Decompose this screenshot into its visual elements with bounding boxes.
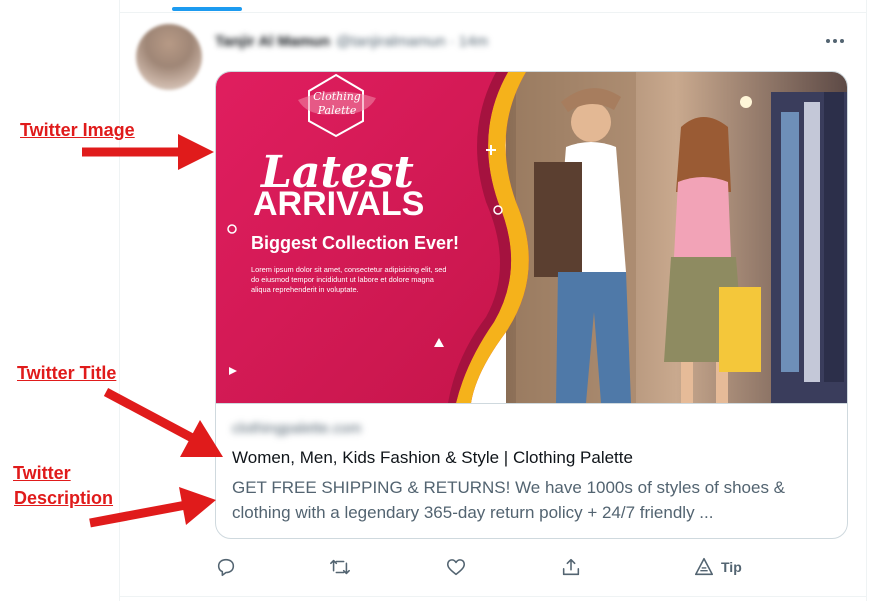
like-button[interactable]	[445, 555, 467, 579]
card-description: GET FREE SHIPPING & RETURNS! We have 100…	[232, 478, 786, 522]
tweet-actions: Tip	[215, 555, 775, 579]
bottom-divider	[120, 596, 866, 597]
reply-button[interactable]	[215, 555, 237, 579]
heart-icon	[446, 559, 466, 576]
card-title[interactable]: Women, Men, Kids Fashion & Style | Cloth…	[232, 448, 832, 468]
author-handle-time[interactable]: @tanjiralmamun · 14m	[336, 33, 488, 50]
feed-border-left	[119, 0, 120, 601]
card-domain: clothingpalette.com	[232, 420, 362, 437]
annotation-twitter-image: Twitter Image	[20, 120, 135, 140]
image-subheadline: Biggest Collection Ever!	[251, 233, 459, 253]
image-body-line2: do eiusmod tempor incididunt ut labore e…	[251, 275, 435, 284]
card-divider	[216, 403, 847, 404]
retweet-button[interactable]	[329, 555, 351, 579]
avatar[interactable]	[136, 24, 202, 90]
image-headline-bold: ARRIVALS	[253, 185, 424, 223]
tip-button[interactable]: Tip	[693, 555, 742, 579]
card-image[interactable]: Clothing Palette Latest ARRIVALS Biggest…	[216, 72, 847, 403]
logo-text-line1: Clothing	[313, 90, 361, 103]
share-icon	[562, 558, 580, 576]
arrow-to-title	[103, 388, 223, 457]
image-body-line1: Lorem ipsum dolor sit amet, consectetur …	[251, 265, 447, 274]
tip-icon	[694, 557, 714, 576]
author-name[interactable]: Tanjir Al Mamun	[215, 33, 330, 50]
reply-icon	[217, 558, 235, 577]
retweet-icon	[330, 559, 350, 575]
annotation-twitter-description-line1: Twitter	[13, 463, 71, 483]
tip-label: Tip	[721, 559, 742, 575]
link-preview-card[interactable]: Clothing Palette Latest ARRIVALS Biggest…	[215, 71, 848, 539]
tweet-header: Tanjir Al Mamun @tanjiralmamun · 14m	[215, 30, 488, 52]
top-divider	[120, 12, 866, 13]
share-button[interactable]	[560, 555, 582, 579]
more-horizontal-icon[interactable]	[822, 32, 848, 50]
feed-border-right	[866, 0, 867, 601]
active-tab-indicator	[172, 7, 242, 11]
annotation-twitter-title: Twitter Title	[17, 363, 117, 383]
image-body-line3: aliqua reprehenderit in voluptate.	[251, 285, 359, 294]
annotation-twitter-description-line2: Description	[14, 488, 114, 508]
logo-text-line2: Palette	[317, 104, 357, 117]
